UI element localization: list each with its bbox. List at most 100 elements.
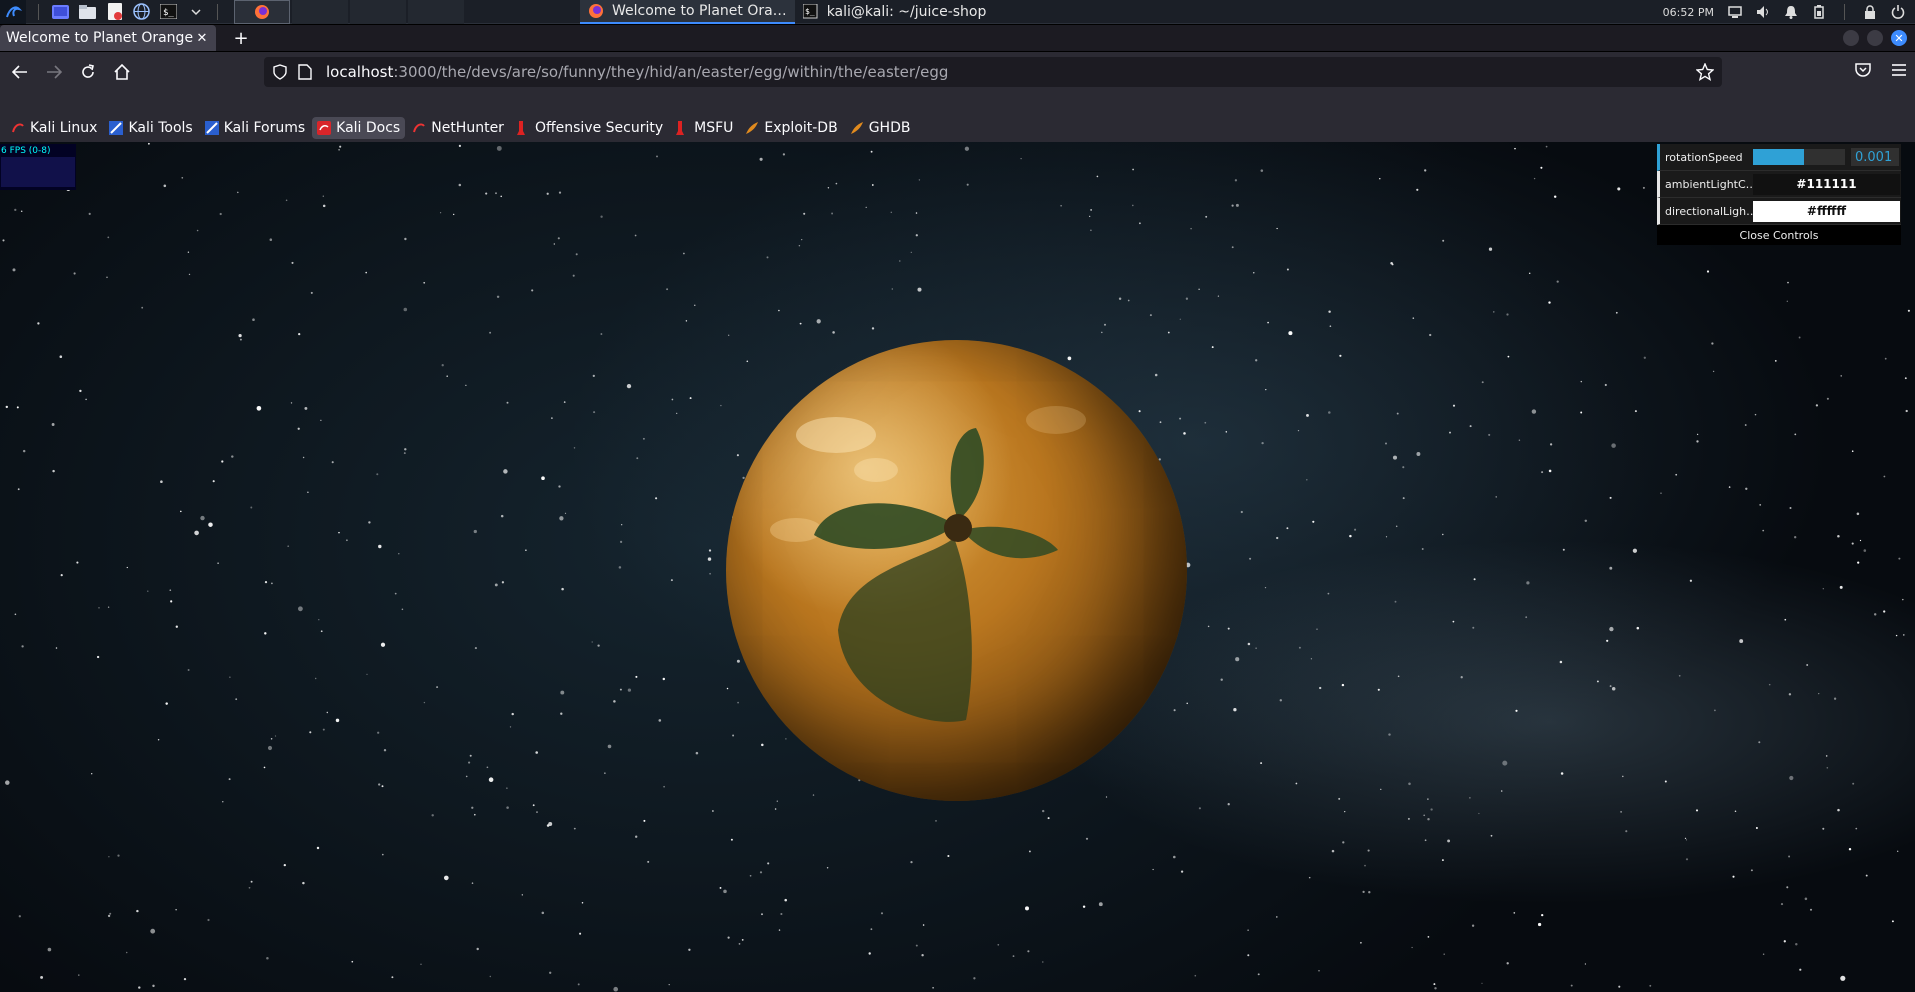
star bbox=[1028, 850, 1031, 853]
star bbox=[496, 145, 502, 151]
notifications-icon[interactable] bbox=[1784, 5, 1798, 19]
star bbox=[1784, 618, 1787, 621]
rotation-speed-slider[interactable] bbox=[1753, 149, 1845, 165]
back-button[interactable] bbox=[6, 58, 34, 86]
new-tab-button[interactable]: + bbox=[228, 25, 254, 51]
star bbox=[231, 455, 234, 458]
star bbox=[1427, 817, 1430, 821]
star bbox=[1786, 300, 1788, 302]
star bbox=[320, 630, 323, 633]
tracking-protection-icon[interactable] bbox=[272, 64, 292, 80]
star bbox=[106, 276, 108, 279]
star bbox=[1354, 528, 1357, 531]
tab-planet-orangeuze[interactable]: Welcome to Planet Orangeu ✕ bbox=[0, 25, 216, 51]
web-browser-icon[interactable] bbox=[132, 3, 151, 20]
battery-icon[interactable] bbox=[1812, 5, 1826, 19]
star bbox=[1809, 908, 1813, 911]
star bbox=[1411, 946, 1413, 949]
star bbox=[488, 777, 494, 782]
kali-menu-icon[interactable] bbox=[0, 0, 26, 24]
star bbox=[403, 452, 406, 455]
planet-orangeuze[interactable] bbox=[726, 340, 1187, 801]
menu-icon[interactable] bbox=[1891, 62, 1907, 82]
star bbox=[377, 731, 380, 734]
directional-light-color-input[interactable]: #ffffff bbox=[1753, 200, 1900, 222]
star bbox=[1308, 876, 1311, 879]
desktop-icon[interactable] bbox=[51, 3, 70, 20]
clock[interactable]: 06:52 PM bbox=[1663, 6, 1714, 19]
quick-launch: $_ bbox=[26, 0, 230, 24]
volume-icon[interactable] bbox=[1756, 5, 1770, 19]
taskbar-item-terminal[interactable]: $_ kali@kali: ~/juice-shop bbox=[795, 0, 995, 24]
home-button[interactable] bbox=[108, 58, 136, 86]
star bbox=[401, 608, 404, 611]
url-bar[interactable]: localhost:3000/the/devs/are/so/funny/the… bbox=[264, 57, 1722, 87]
star bbox=[263, 766, 266, 769]
workspace-1[interactable] bbox=[234, 0, 290, 24]
star bbox=[1442, 239, 1445, 242]
taskbar-item-firefox[interactable]: Welcome to Planet Ora… bbox=[580, 0, 795, 24]
star bbox=[107, 236, 110, 239]
bookmark-kali-docs[interactable]: Kali Docs bbox=[312, 117, 406, 139]
star bbox=[1685, 839, 1688, 841]
star bbox=[1758, 741, 1761, 744]
star bbox=[541, 476, 545, 481]
lock-icon[interactable] bbox=[1863, 5, 1877, 19]
star bbox=[283, 863, 286, 867]
webgl-scene[interactable]: 6 FPS (0-8) rotationSpeed 0.001 ambientL… bbox=[0, 142, 1915, 992]
display-icon[interactable] bbox=[1728, 5, 1742, 19]
text-editor-icon[interactable] bbox=[105, 3, 124, 20]
workspace-3[interactable] bbox=[350, 0, 406, 24]
star bbox=[738, 943, 741, 945]
star bbox=[1815, 404, 1819, 407]
star bbox=[20, 210, 23, 213]
rotation-speed-input[interactable]: 0.001 bbox=[1851, 148, 1899, 166]
bookmark-offensive-security[interactable]: Offensive Security bbox=[511, 117, 668, 139]
star bbox=[474, 813, 476, 816]
star bbox=[297, 606, 303, 612]
bookmark-kali-tools[interactable]: Kali Tools bbox=[104, 117, 197, 139]
star bbox=[604, 772, 606, 774]
star bbox=[1559, 660, 1563, 664]
terminal-launcher-icon[interactable]: $_ bbox=[159, 3, 178, 20]
star bbox=[917, 287, 922, 292]
workspace-4[interactable] bbox=[408, 0, 464, 24]
star bbox=[1204, 421, 1207, 424]
bookmark-kali-linux[interactable]: Kali Linux bbox=[6, 117, 102, 139]
close-window-button[interactable]: ✕ bbox=[1891, 30, 1907, 46]
page-info-icon[interactable] bbox=[298, 64, 318, 80]
file-manager-icon[interactable] bbox=[78, 3, 97, 20]
bookmark-msfu[interactable]: MSFU bbox=[670, 117, 738, 139]
bookmark-kali-forums[interactable]: Kali Forums bbox=[200, 117, 310, 139]
star bbox=[160, 480, 163, 484]
star bbox=[494, 583, 498, 587]
fps-stats-panel[interactable]: 6 FPS (0-8) bbox=[0, 144, 76, 190]
star bbox=[1260, 169, 1264, 172]
workspace-2[interactable] bbox=[292, 0, 348, 24]
chevron-down-icon[interactable] bbox=[186, 3, 205, 20]
pocket-icon[interactable] bbox=[1855, 62, 1871, 82]
star bbox=[1837, 808, 1840, 812]
forward-button[interactable] bbox=[40, 58, 68, 86]
ambient-light-color-input[interactable]: #111111 bbox=[1753, 173, 1900, 195]
close-controls-button[interactable]: Close Controls bbox=[1657, 225, 1901, 245]
bookmark-nethunter[interactable]: NetHunter bbox=[407, 117, 509, 139]
minimize-button[interactable] bbox=[1843, 30, 1859, 46]
maximize-button[interactable] bbox=[1867, 30, 1883, 46]
power-icon[interactable] bbox=[1891, 5, 1905, 19]
star bbox=[613, 986, 619, 992]
star bbox=[871, 184, 874, 186]
offsec-icon bbox=[516, 121, 530, 135]
bookmark-ghdb[interactable]: GHDB bbox=[845, 117, 916, 139]
star bbox=[1247, 929, 1249, 931]
star bbox=[1090, 229, 1092, 232]
reload-button[interactable] bbox=[74, 58, 102, 86]
star bbox=[431, 814, 434, 817]
star bbox=[1227, 627, 1230, 630]
bookmark-exploit-db[interactable]: Exploit-DB bbox=[740, 117, 842, 139]
star bbox=[627, 688, 632, 692]
bookmark-star-icon[interactable] bbox=[1695, 62, 1715, 85]
close-icon[interactable]: ✕ bbox=[194, 30, 210, 46]
star bbox=[1295, 782, 1298, 785]
star bbox=[1473, 578, 1476, 581]
